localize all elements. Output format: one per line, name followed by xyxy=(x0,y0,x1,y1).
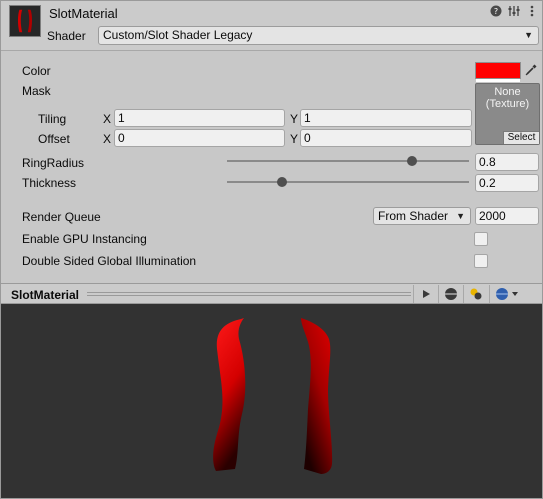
material-thumbnail xyxy=(9,5,41,37)
eyedropper-icon[interactable] xyxy=(524,63,538,77)
thickness-field[interactable]: 0.2 xyxy=(475,174,539,192)
thickness-slider-track[interactable] xyxy=(227,181,469,183)
left-slot-shape xyxy=(213,318,246,471)
shader-dropdown[interactable]: Custom/Slot Shader Legacy ▼ xyxy=(98,26,539,45)
chevron-down-icon: ▼ xyxy=(524,30,533,40)
tiling-y-label: Y xyxy=(290,112,299,126)
chevron-down-icon: ▼ xyxy=(456,211,465,221)
lighting-icon[interactable] xyxy=(463,285,487,303)
offset-y-label: Y xyxy=(290,132,299,146)
offset-x-field[interactable]: 0 xyxy=(114,129,285,147)
background-sphere-icon[interactable] xyxy=(489,285,523,303)
tiling-label: Tiling xyxy=(38,112,67,126)
mask-texture-slot[interactable]: None (Texture) Select xyxy=(475,83,540,145)
material-preview-viewport[interactable] xyxy=(1,304,542,498)
tiling-y-field[interactable]: 1 xyxy=(300,109,472,127)
ring-radius-slider-thumb[interactable] xyxy=(406,156,417,166)
slot-preview-mesh xyxy=(213,318,333,474)
material-name: SlotMaterial xyxy=(49,6,118,21)
material-inspector: SlotMaterial ? Shader Custom/Slot Shader… xyxy=(0,0,543,499)
right-slot-shape xyxy=(301,318,333,474)
render-queue-mode-value: From Shader xyxy=(378,209,449,223)
more-options-icon[interactable] xyxy=(525,4,538,17)
double-sided-gi-label: Double Sided Global Illumination xyxy=(22,254,197,268)
shader-dropdown-value: Custom/Slot Shader Legacy xyxy=(103,28,253,42)
double-sided-gi-checkbox[interactable] xyxy=(474,254,488,268)
render-queue-field[interactable]: 2000 xyxy=(475,207,539,225)
preview-toolbar: SlotMaterial xyxy=(1,283,542,304)
gpu-instancing-label: Enable GPU Instancing xyxy=(22,232,147,246)
offset-x-label: X xyxy=(103,132,112,146)
alpha-bar xyxy=(476,79,520,82)
mask-label: Mask xyxy=(22,84,51,98)
preset-icon[interactable] xyxy=(507,4,520,17)
offset-label: Offset xyxy=(38,132,70,146)
ring-radius-field[interactable]: 0.8 xyxy=(475,153,539,171)
mask-select-button[interactable]: Select xyxy=(503,131,539,144)
ring-radius-slider-track[interactable] xyxy=(227,160,469,162)
play-icon[interactable] xyxy=(413,285,437,303)
ring-radius-label: RingRadius xyxy=(22,156,85,170)
svg-text:?: ? xyxy=(493,7,497,16)
preview-drag-handle[interactable] xyxy=(87,292,411,296)
color-swatch[interactable] xyxy=(475,62,521,82)
thickness-slider-thumb[interactable] xyxy=(277,177,288,187)
tiling-x-field[interactable]: 1 xyxy=(114,109,285,127)
render-queue-mode-dropdown[interactable]: From Shader ▼ xyxy=(373,207,471,225)
preview-title: SlotMaterial xyxy=(11,288,80,302)
sphere-shape-icon[interactable] xyxy=(438,285,462,303)
material-header: SlotMaterial ? Shader Custom/Slot Shader… xyxy=(1,1,542,51)
shader-label: Shader xyxy=(47,29,86,43)
tiling-x-label: X xyxy=(103,112,112,126)
offset-y-field[interactable]: 0 xyxy=(300,129,472,147)
render-queue-label: Render Queue xyxy=(22,210,101,224)
thickness-label: Thickness xyxy=(22,176,77,190)
gpu-instancing-checkbox[interactable] xyxy=(474,232,488,246)
mask-texture-none: None (Texture) xyxy=(485,86,530,110)
help-icon[interactable]: ? xyxy=(489,4,502,17)
color-label: Color xyxy=(22,64,51,78)
